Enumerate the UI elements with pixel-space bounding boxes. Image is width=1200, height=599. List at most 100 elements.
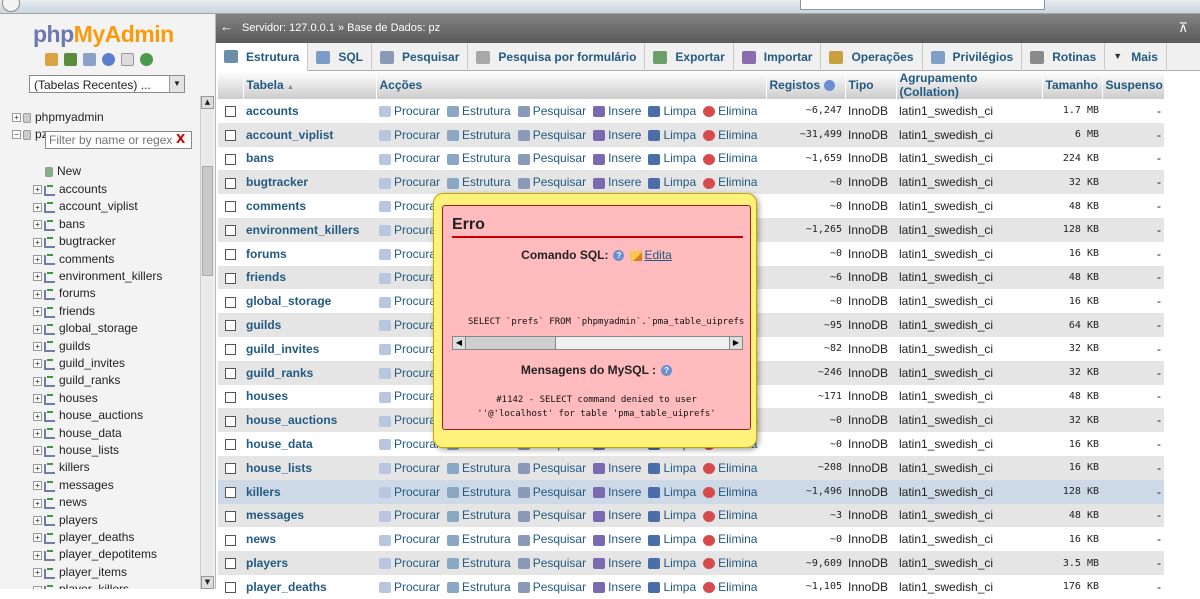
expand-icon[interactable]: + (33, 289, 42, 299)
docs-icon[interactable] (121, 53, 134, 66)
sidebar-scrollbar[interactable]: ▲ ▼ (200, 96, 214, 589)
action-browse-link[interactable]: Procurar (379, 247, 440, 261)
tree-item-label[interactable]: houses (59, 391, 98, 405)
tree-db-phpmyadmin[interactable]: + phpmyadmin (12, 109, 104, 126)
tree-table-item[interactable]: + news (33, 494, 87, 511)
tree-item-label[interactable]: guilds (59, 339, 90, 353)
action-search-link[interactable]: Pesquisar (517, 580, 586, 594)
table-name-link[interactable]: house_auctions (243, 408, 376, 433)
column-header-table[interactable]: Tabela ▲ (243, 71, 377, 99)
action-empty-link[interactable]: Limpa (648, 485, 696, 499)
tree-table-item[interactable]: + killers (33, 459, 90, 476)
action-browse-link[interactable]: Procurar (379, 199, 440, 213)
table-name-link[interactable]: guild_ranks (243, 360, 376, 385)
action-search-link[interactable]: Pesquisar (517, 532, 586, 546)
expand-icon[interactable]: + (33, 307, 42, 317)
tree-item-label[interactable]: killers (59, 460, 90, 474)
column-header-type[interactable]: Tipo (845, 71, 897, 99)
action-insert-link[interactable]: Insere (593, 532, 641, 546)
tree-db-pz[interactable]: − pz (12, 126, 48, 143)
column-header-rows[interactable]: Registos (766, 71, 846, 99)
action-empty-link[interactable]: Limpa (648, 461, 696, 475)
action-drop-link[interactable]: Elimina (703, 508, 757, 522)
tree-item-label[interactable]: house_data (59, 426, 122, 440)
row-checkbox[interactable] (225, 391, 236, 403)
scroll-thumb[interactable] (466, 337, 556, 349)
tree-item-label[interactable]: comments (59, 252, 114, 266)
action-insert-link[interactable]: Insere (593, 104, 641, 118)
action-structure-link[interactable]: Estrutura (447, 485, 511, 499)
action-empty-link[interactable]: Limpa (648, 580, 696, 594)
tree-item-label[interactable]: player_killers (59, 582, 129, 589)
tree-item-label[interactable]: bans (59, 217, 85, 231)
tree-new-table[interactable]: New (45, 163, 81, 180)
expand-icon[interactable]: + (33, 341, 42, 351)
tree-item-label[interactable]: bugtracker (59, 234, 116, 248)
action-insert-link[interactable]: Insere (593, 508, 641, 522)
edit-query-link[interactable]: Edita (644, 248, 671, 262)
row-checkbox[interactable] (225, 344, 236, 356)
action-browse-link[interactable]: Procurar (379, 580, 440, 594)
tree-table-item[interactable]: + guilds (33, 338, 90, 355)
action-browse-link[interactable]: Procurar (379, 318, 440, 332)
browser-search-box[interactable] (800, 0, 1045, 10)
action-drop-link[interactable]: Elimina (703, 461, 757, 475)
tree-item-label[interactable]: phpmyadmin (35, 110, 104, 124)
row-checkbox[interactable] (225, 225, 236, 237)
tree-table-item[interactable]: + player_deaths (33, 529, 134, 546)
table-filter-input[interactable] (45, 131, 192, 149)
expand-icon[interactable]: + (33, 533, 42, 543)
tree-table-item[interactable]: + player_items (33, 564, 127, 581)
expand-icon[interactable]: + (33, 394, 42, 404)
scroll-thumb[interactable] (202, 166, 213, 276)
expand-icon[interactable]: + (33, 254, 42, 264)
scroll-down-icon[interactable]: ▼ (201, 576, 214, 589)
table-name-link[interactable]: environment_killers (243, 217, 376, 242)
row-checkbox[interactable] (225, 296, 236, 308)
expand-icon[interactable]: + (33, 376, 42, 386)
expand-icon[interactable]: + (33, 411, 42, 421)
action-search-link[interactable]: Pesquisar (517, 508, 586, 522)
action-search-link[interactable]: Pesquisar (517, 175, 586, 189)
tab-import[interactable]: Importar (734, 43, 822, 71)
action-browse-link[interactable]: Procurar (379, 508, 440, 522)
table-name-link[interactable]: account_viplist (243, 122, 376, 147)
tree-table-item[interactable]: + guild_ranks (33, 372, 120, 389)
table-name-link[interactable]: news (243, 527, 376, 552)
action-browse-link[interactable]: Procurar (379, 437, 440, 451)
row-checkbox[interactable] (225, 130, 236, 142)
row-checkbox[interactable] (225, 510, 236, 522)
tree-item-label[interactable]: friends (59, 304, 95, 318)
row-checkbox[interactable] (225, 272, 236, 284)
tab-privileges[interactable]: Privilégios (923, 43, 1023, 71)
sql-horizontal-scrollbar[interactable]: ◀ ▶ (452, 336, 743, 350)
table-name-link[interactable]: forums (243, 241, 376, 266)
table-name-link[interactable]: bugtracker (243, 170, 376, 195)
expand-icon[interactable]: + (33, 185, 42, 195)
tree-item-label[interactable]: account_viplist (59, 199, 138, 213)
action-insert-link[interactable]: Insere (593, 151, 641, 165)
action-drop-link[interactable]: Elimina (703, 128, 757, 142)
action-drop-link[interactable]: Elimina (703, 485, 757, 499)
action-drop-link[interactable]: Elimina (703, 580, 757, 594)
action-structure-link[interactable]: Estrutura (447, 556, 511, 570)
tree-table-item[interactable]: + friends (33, 303, 95, 320)
action-browse-link[interactable]: Procurar (379, 151, 440, 165)
home-icon[interactable] (45, 53, 58, 66)
table-name-link[interactable]: accounts (243, 99, 376, 123)
table-name-link[interactable]: player_deaths (243, 574, 376, 599)
action-insert-link[interactable]: Insere (593, 485, 641, 499)
tree-table-item[interactable]: + accounts (33, 181, 107, 198)
row-checkbox[interactable] (225, 486, 236, 498)
action-insert-link[interactable]: Insere (593, 175, 641, 189)
action-insert-link[interactable]: Insere (593, 128, 641, 142)
action-insert-link[interactable]: Insere (593, 580, 641, 594)
tree-table-item[interactable]: + global_storage (33, 320, 138, 337)
action-search-link[interactable]: Pesquisar (517, 128, 586, 142)
tree-table-item[interactable]: + bans (33, 216, 85, 233)
action-structure-link[interactable]: Estrutura (447, 128, 511, 142)
expand-icon[interactable]: + (33, 202, 42, 212)
action-search-link[interactable]: Pesquisar (517, 151, 586, 165)
tab-operations[interactable]: Operações (821, 43, 923, 71)
action-search-link[interactable]: Pesquisar (517, 556, 586, 570)
